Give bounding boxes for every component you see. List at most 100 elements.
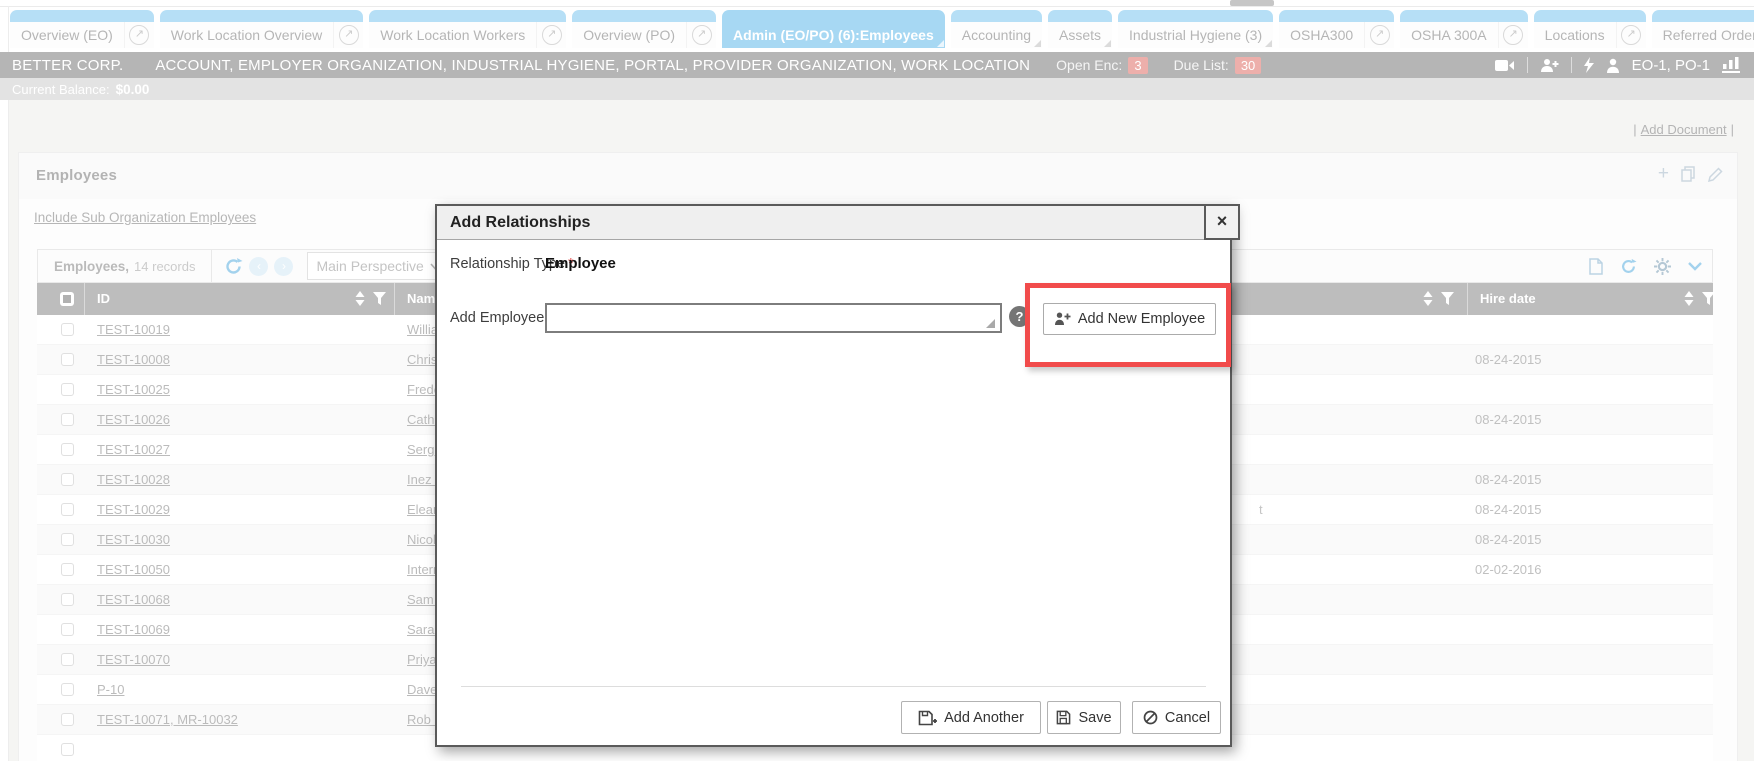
row-checkbox[interactable] bbox=[61, 383, 74, 396]
tab-label: OSHA 300A bbox=[1400, 27, 1498, 43]
prev-page-icon[interactable]: ‹ bbox=[249, 257, 268, 276]
row-id-link[interactable]: TEST-10070 bbox=[97, 652, 170, 667]
pencil-icon[interactable] bbox=[1708, 167, 1723, 182]
row-hire-date: 08-24-2015 bbox=[1475, 472, 1542, 487]
row-id-link[interactable]: P-10 bbox=[97, 682, 124, 697]
row-id-link[interactable]: TEST-10026 bbox=[97, 412, 170, 427]
row-checkbox[interactable] bbox=[61, 473, 74, 486]
filter-icon[interactable] bbox=[1702, 292, 1715, 305]
sort-icon[interactable] bbox=[1423, 291, 1433, 306]
row-id-link[interactable]: TEST-10030 bbox=[97, 532, 170, 547]
row-id-link[interactable]: TEST-10019 bbox=[97, 322, 170, 337]
sort-icon[interactable] bbox=[355, 291, 365, 306]
video-camera-icon[interactable] bbox=[1495, 59, 1515, 72]
row-id-link[interactable]: TEST-10071, MR-10032 bbox=[97, 712, 238, 727]
cancel-button[interactable]: Cancel bbox=[1132, 701, 1221, 734]
tab-label: Overview (PO) bbox=[572, 27, 686, 43]
tab-work-location-workers[interactable]: Work Location Workers↗ bbox=[369, 10, 566, 48]
tab-assets[interactable]: Assets bbox=[1048, 10, 1112, 48]
popout-icon[interactable]: ↗ bbox=[1616, 22, 1646, 48]
col-header-id[interactable]: ID bbox=[97, 291, 110, 306]
row-id-link[interactable]: TEST-10025 bbox=[97, 382, 170, 397]
employee-search-input[interactable] bbox=[545, 303, 1002, 333]
close-icon[interactable]: × bbox=[1204, 204, 1240, 240]
perspective-select[interactable]: Main Perspective bbox=[307, 252, 450, 280]
include-sub-org-link[interactable]: Include Sub Organization Employees bbox=[34, 210, 256, 225]
save-button[interactable]: Save bbox=[1047, 701, 1121, 734]
row-checkbox[interactable] bbox=[61, 713, 74, 726]
balance-value: $0.00 bbox=[116, 82, 150, 97]
row-checkbox[interactable] bbox=[61, 623, 74, 636]
add-document-link[interactable]: Add Document bbox=[1641, 122, 1727, 137]
col-header-hire-date[interactable]: Hire date bbox=[1480, 291, 1536, 306]
perspective-value: Main Perspective bbox=[316, 258, 430, 274]
tab-referred-orders[interactable]: Referred Orders↗ bbox=[1652, 10, 1754, 48]
row-hire-date: 08-24-2015 bbox=[1475, 532, 1542, 547]
row-id-link[interactable]: TEST-10029 bbox=[97, 502, 170, 517]
tab-label: Assets bbox=[1048, 27, 1112, 43]
row-id-link[interactable]: TEST-10028 bbox=[97, 472, 170, 487]
person-icon[interactable] bbox=[1606, 58, 1620, 73]
new-document-icon[interactable] bbox=[1589, 258, 1603, 275]
sort-icon[interactable] bbox=[1684, 291, 1694, 306]
row-checkbox[interactable] bbox=[61, 443, 74, 456]
row-checkbox[interactable] bbox=[61, 533, 74, 546]
tab-label: Locations bbox=[1534, 27, 1616, 43]
tab-industrial-hygiene-3[interactable]: Industrial Hygiene (3) bbox=[1118, 10, 1273, 48]
add-person-icon[interactable] bbox=[1540, 58, 1559, 73]
due-list-badge[interactable]: 30 bbox=[1235, 57, 1261, 74]
save-plus-icon bbox=[918, 710, 937, 726]
lightning-icon[interactable] bbox=[1584, 57, 1594, 73]
refresh-icon[interactable] bbox=[224, 257, 243, 276]
tab-overview-eo[interactable]: Overview (EO)↗ bbox=[10, 10, 154, 48]
next-page-icon[interactable]: › bbox=[274, 257, 293, 276]
popout-icon[interactable]: ↗ bbox=[686, 22, 716, 48]
balance-bar: Current Balance: $0.00 bbox=[0, 78, 1754, 100]
row-checkbox[interactable] bbox=[61, 683, 74, 696]
row-checkbox[interactable] bbox=[61, 743, 74, 756]
icon-divider bbox=[1571, 57, 1572, 73]
tab-work-location-overview[interactable]: Work Location Overview↗ bbox=[160, 10, 363, 48]
collapse-chevron-icon[interactable] bbox=[1688, 262, 1702, 271]
popout-icon[interactable]: ↗ bbox=[1364, 22, 1394, 48]
popout-icon[interactable]: ↗ bbox=[333, 22, 363, 48]
tab-osha300[interactable]: OSHA300↗ bbox=[1279, 10, 1394, 48]
tab-accounting[interactable]: Accounting bbox=[951, 10, 1042, 48]
open-enc-badge[interactable]: 3 bbox=[1128, 57, 1147, 74]
tab-locations[interactable]: Locations↗ bbox=[1534, 10, 1646, 48]
row-checkbox[interactable] bbox=[61, 653, 74, 666]
row-id-link[interactable]: TEST-10069 bbox=[97, 622, 170, 637]
row-checkbox[interactable] bbox=[61, 323, 74, 336]
add-another-button[interactable]: Add Another bbox=[901, 701, 1041, 734]
row-id-link[interactable]: TEST-10068 bbox=[97, 592, 170, 607]
filter-icon[interactable] bbox=[1441, 292, 1454, 305]
add-new-employee-button[interactable]: Add New Employee bbox=[1043, 303, 1216, 335]
select-all-checkbox[interactable] bbox=[60, 292, 74, 306]
row-id-link[interactable]: TEST-10050 bbox=[97, 562, 170, 577]
row-id-link[interactable]: TEST-10008 bbox=[97, 352, 170, 367]
row-checkbox[interactable] bbox=[61, 593, 74, 606]
user-context-label: EO-1, PO-1 bbox=[1632, 57, 1710, 74]
app-screen: Overview (EO)↗Work Location Overview↗Wor… bbox=[0, 0, 1754, 761]
filter-icon[interactable] bbox=[373, 292, 386, 305]
add-icon[interactable]: + bbox=[1658, 165, 1669, 183]
tab-overview-po[interactable]: Overview (PO)↗ bbox=[572, 10, 716, 48]
tab-bar: Overview (EO)↗Work Location Overview↗Wor… bbox=[10, 10, 1754, 48]
chart-icon[interactable] bbox=[1722, 57, 1740, 73]
popout-icon[interactable]: ↗ bbox=[536, 22, 566, 48]
row-checkbox[interactable] bbox=[61, 353, 74, 366]
gear-icon[interactable] bbox=[1654, 258, 1671, 275]
add-person-icon bbox=[1054, 312, 1071, 326]
reload-icon[interactable] bbox=[1620, 258, 1637, 275]
row-checkbox[interactable] bbox=[61, 413, 74, 426]
row-checkbox[interactable] bbox=[61, 503, 74, 516]
popout-icon[interactable]: ↗ bbox=[1498, 22, 1528, 48]
tab-admin-eo-po-6-employees[interactable]: Admin (EO/PO) (6):Employees bbox=[722, 10, 945, 48]
copy-icon[interactable] bbox=[1681, 166, 1696, 182]
popout-icon[interactable]: ↗ bbox=[124, 22, 154, 48]
help-icon[interactable]: ? bbox=[1009, 306, 1030, 327]
row-id-link[interactable]: TEST-10027 bbox=[97, 442, 170, 457]
row-checkbox[interactable] bbox=[61, 563, 74, 576]
tab-label: Referred Orders bbox=[1652, 27, 1754, 43]
tab-osha-300a[interactable]: OSHA 300A↗ bbox=[1400, 10, 1528, 48]
